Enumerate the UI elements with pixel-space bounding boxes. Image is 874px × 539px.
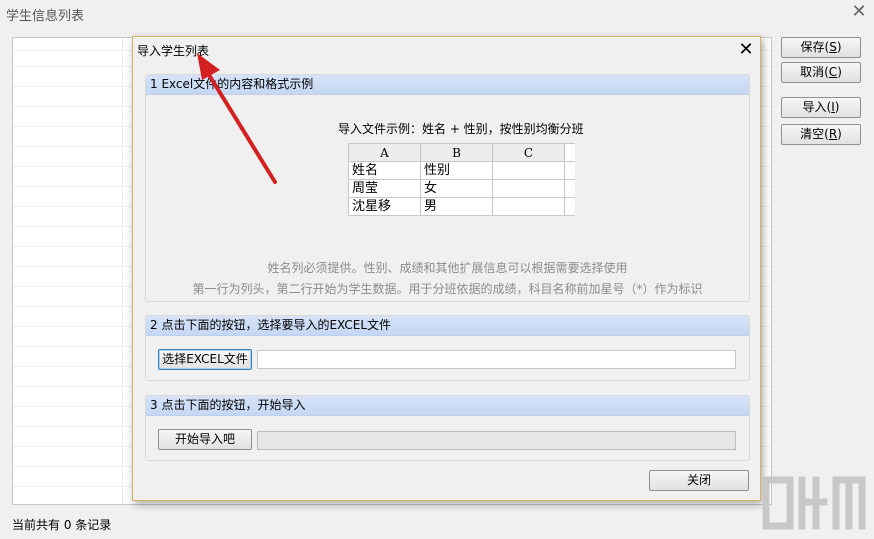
section-3-header: 3 点击下面的按钮，开始导入 bbox=[146, 396, 749, 416]
list-column-divider bbox=[122, 38, 123, 504]
table-cell: 男 bbox=[420, 197, 493, 216]
note-name-required: 姓名列必须提供。性别、成绩和其他扩展信息可以根据需要选择使用 bbox=[267, 261, 628, 275]
column-header: B bbox=[420, 143, 493, 162]
clear-button-label: 清空( bbox=[800, 127, 829, 141]
table-cell: 周莹 bbox=[348, 179, 421, 198]
table-cell bbox=[492, 197, 565, 216]
window-close-icon[interactable]: ✕ bbox=[850, 2, 868, 22]
table-cell bbox=[492, 161, 565, 180]
table-cell: 性别 bbox=[420, 161, 493, 180]
save-button-tail: ) bbox=[836, 40, 842, 54]
save-button[interactable]: 保存(S) bbox=[781, 37, 861, 58]
cancel-accel-key: C bbox=[828, 65, 838, 79]
table-header-row: A B C bbox=[348, 143, 575, 162]
section-1-header: 1 Excel文件的内容和格式示例 bbox=[146, 75, 749, 95]
table-row: 沈星移 男 bbox=[348, 197, 575, 216]
section-2-header: 2 点击下面的按钮，选择要导入的EXCEL文件 bbox=[146, 316, 749, 336]
import-button-label: 导入( bbox=[802, 100, 832, 114]
table-cell-stub bbox=[564, 197, 575, 216]
column-header: A bbox=[348, 143, 421, 162]
excel-example-table: A B C 姓名 性别 周莹 女 沈星移 男 bbox=[348, 143, 575, 216]
format-example-group: 1 Excel文件的内容和格式示例 导入文件示例：姓名 + 性别，按性别均衡分班… bbox=[145, 74, 750, 302]
close-button[interactable]: 关闭 bbox=[649, 470, 749, 491]
note-header-row: 第一行为列头，第二行开始为学生数据。用于分班依据的成绩，科目名称前加星号（*）作… bbox=[192, 282, 703, 296]
table-cell-stub bbox=[564, 161, 575, 180]
table-row: 周莹 女 bbox=[348, 179, 575, 198]
table-cell-stub bbox=[564, 179, 575, 198]
clear-button[interactable]: 清空(R) bbox=[781, 124, 861, 145]
save-accel-key: S bbox=[829, 40, 837, 54]
table-cell: 女 bbox=[420, 179, 493, 198]
save-button-label: 保存( bbox=[800, 40, 830, 54]
clear-accel-key: R bbox=[828, 127, 838, 141]
column-header-stub bbox=[564, 143, 575, 162]
cancel-button-label: 取消( bbox=[800, 65, 829, 79]
select-file-group: 2 点击下面的按钮，选择要导入的EXCEL文件 选择EXCEL文件 bbox=[145, 315, 750, 381]
table-row: 姓名 性别 bbox=[348, 161, 575, 180]
dialog-title: 导入学生列表 bbox=[137, 44, 210, 58]
select-excel-button[interactable]: 选择EXCEL文件 bbox=[158, 349, 252, 370]
table-cell bbox=[492, 179, 565, 198]
dialog-close-icon[interactable]: ✕ bbox=[736, 39, 756, 61]
import-dialog: 导入学生列表 ✕ 1 Excel文件的内容和格式示例 导入文件示例：姓名 + 性… bbox=[132, 36, 761, 501]
cancel-button-tail: ) bbox=[837, 65, 842, 79]
record-count-status: 当前共有 0 条记录 bbox=[12, 518, 112, 532]
start-import-button[interactable]: 开始导入吧 bbox=[158, 429, 252, 450]
import-button-tail: ) bbox=[834, 100, 840, 114]
clear-button-tail: ) bbox=[837, 127, 842, 141]
window-title: 学生信息列表 bbox=[6, 9, 85, 24]
watermark-logo bbox=[762, 476, 866, 530]
import-button[interactable]: 导入(I) bbox=[781, 97, 861, 118]
cancel-button[interactable]: 取消(C) bbox=[781, 62, 861, 83]
import-progress-bar bbox=[257, 431, 736, 450]
table-cell: 姓名 bbox=[348, 161, 421, 180]
column-header: C bbox=[492, 143, 565, 162]
file-path-field[interactable] bbox=[257, 350, 736, 369]
example-title: 导入文件示例：姓名 + 性别，按性别均衡分班 bbox=[338, 122, 584, 136]
start-import-group: 3 点击下面的按钮，开始导入 开始导入吧 bbox=[145, 395, 750, 461]
table-cell: 沈星移 bbox=[348, 197, 421, 216]
